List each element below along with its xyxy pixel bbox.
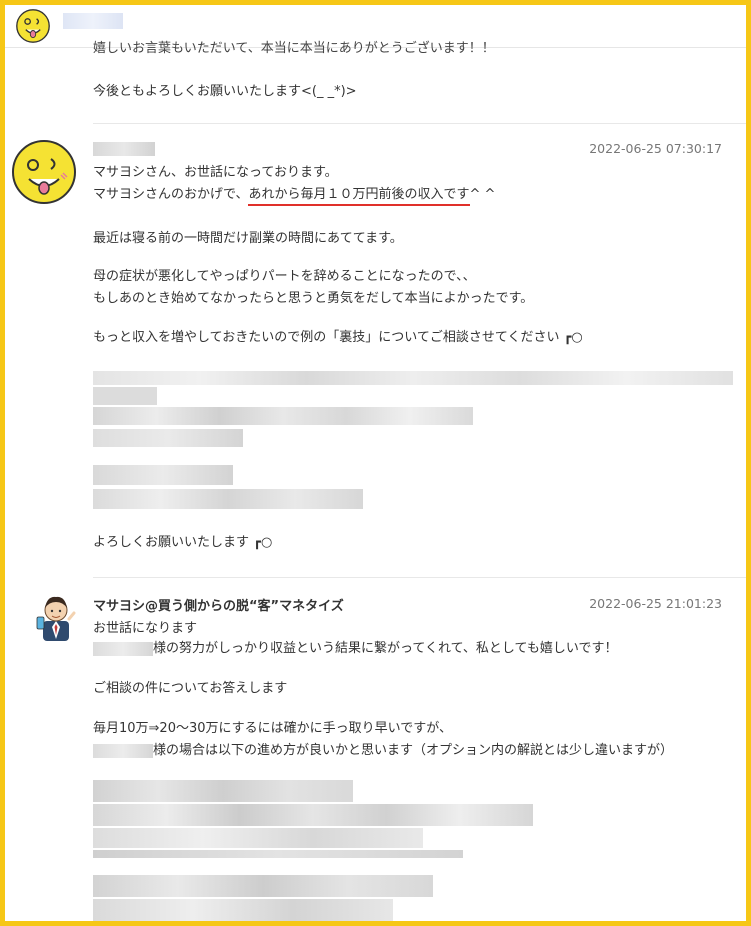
yellow-smiley-icon[interactable] [15,8,51,44]
message-text: 様の場合は以下の進め方が良いかと思います（オプション内の解説とは少し違いますが） [93,741,673,761]
message-text: 毎月10万⇒20～30万にするには確かに手っ取り早いですが、 [93,721,452,736]
message-text-segment: 様の努力がしっかり収益という結果に繋がってくれて、私としても嬉しいです！ [153,641,618,656]
message-divider [93,123,746,124]
message-text: もしあのとき始めてなかったらと思うと勇気をだして本当によかったです。 [93,291,534,306]
sender-name-blurred [93,142,155,156]
message-divider [93,577,746,578]
customer-name-blurred [93,743,153,758]
chat-partner-name-blurred [63,13,123,29]
chat-window: 嬉しいお言葉もいただいて、本当に本当にありがとうございます！！ 今後ともよろしく… [0,0,751,926]
message-text: 様の努力がしっかり収益という結果に繋がってくれて、私としても嬉しいです！ [93,639,618,659]
message-text: マサヨシさんのおかげで、あれから毎月１０万円前後の収入です^ ^ [93,185,496,206]
blurred-content [93,875,453,921]
message-text: マサヨシさん、お世話になっております。 [93,165,338,180]
customer-name-blurred [93,641,153,656]
message-text: 嬉しいお言葉もいただいて、本当に本当にありがとうございます！！ [93,41,495,56]
sender-name[interactable]: マサヨシ@買う側からの脱“客”マネタイズ [93,595,344,614]
message-text: 今後ともよろしくお願いいたします<(_ _*)> [93,84,357,99]
blurred-content [93,465,383,513]
message-text-segment: 様の場合は以下の進め方が良いかと思います（オプション内の解説とは少し違いますが） [153,743,674,758]
businessman-avatar-icon[interactable] [35,591,77,641]
blurred-content [93,387,493,453]
highlighted-text: あれから毎月１０万円前後の収入です [248,187,470,206]
message-text: ご相談の件についてお答えします [93,681,288,696]
yellow-smiley-icon[interactable] [11,139,77,205]
message-text-segment: ^ ^ [469,187,496,202]
message-text: 最近は寝る前の一時間だけ副業の時間にあててます。 [93,231,403,246]
blurred-content [93,367,733,385]
message-text-segment: マサヨシさんのおかげで、 [93,187,249,202]
message-timestamp: 2022-06-25 21:01:23 [589,596,722,611]
message-text: もっと収入を増やしておきたいので例の「裏技」についてご相談させてください ┏○ [93,330,583,345]
message-timestamp: 2022-06-25 07:30:17 [589,141,722,156]
blurred-content [93,780,543,860]
message-text: お世話になります [93,621,198,636]
message-text: よろしくお願いいたします ┏○ [93,535,273,550]
message-text: 母の症状が悪化してやっぱりパートを辞めることになったので、、 [93,269,476,284]
